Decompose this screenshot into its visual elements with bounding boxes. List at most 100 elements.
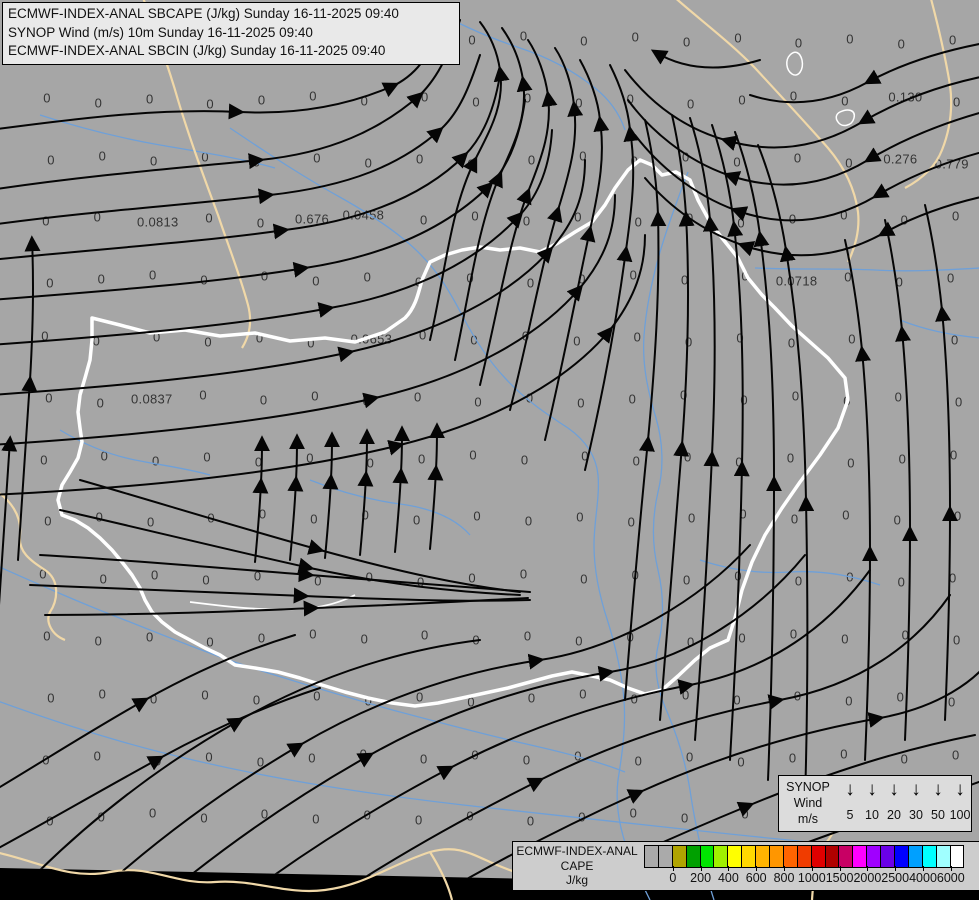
title-line-sbcape: ECMWF-INDEX-ANAL SBCAPE (J/kg) Sunday 16… (8, 6, 399, 21)
station-value: 0 (467, 156, 475, 172)
station-value: 0 (203, 449, 211, 465)
station-value: 0 (150, 153, 158, 169)
station-value: 0 (416, 689, 424, 705)
station-value: 0 (574, 209, 582, 225)
station-value: 0 (97, 271, 106, 287)
station-value: 0 (575, 95, 583, 111)
station-value: 0 (307, 335, 315, 351)
wind-arrow-icon: ↓ (933, 779, 943, 800)
station-value: 0 (955, 394, 963, 410)
station-value: 0 (201, 149, 209, 165)
station-value: 0 (841, 93, 849, 109)
station-value: 0.130 (888, 89, 923, 105)
cape-tick-label: 2500 (881, 871, 910, 885)
station-value: 0 (146, 629, 154, 645)
station-value: 0 (474, 394, 482, 410)
station-value: 0 (896, 689, 905, 705)
synop-legend-title-line: Wind (793, 796, 823, 810)
station-value: 0 (421, 89, 429, 105)
station-value: 0 (39, 566, 47, 582)
station-value: 0 (900, 751, 909, 767)
station-value: 0 (94, 95, 103, 111)
station-value: 0 (205, 749, 213, 765)
station-value: 0 (47, 690, 55, 706)
cape-color-cell (894, 845, 909, 868)
station-value: 0.276 (883, 151, 918, 167)
cape-color-cell (755, 845, 771, 868)
station-value: 0 (845, 693, 853, 709)
cape-tick-label: 800 (773, 871, 795, 885)
cape-legend-title-line: J/kg (565, 873, 588, 887)
station-value: 0 (92, 333, 101, 349)
cape-tick-label: 1500 (825, 871, 854, 885)
station-value: 0 (257, 630, 266, 646)
station-value: 0 (257, 92, 266, 108)
station-value: 0.676 (294, 211, 330, 227)
station-value: 0 (527, 690, 536, 706)
cape-color-legend: ECMWF-INDEX-ANAL CAPE J/kg 0 200 400 600 800… (512, 841, 979, 891)
station-value: 0 (93, 209, 102, 225)
station-value: 0 (633, 329, 642, 345)
station-value: 0 (684, 449, 692, 465)
station-value: 0 (149, 805, 157, 821)
station-value: 0 (97, 809, 106, 825)
station-value: 0 (258, 506, 267, 522)
station-value: 0 (687, 96, 695, 112)
wind-speed-label: 50 (931, 808, 945, 822)
title-line-sbcin: ECMWF-INDEX-ANAL SBCIN (J/kg) Sunday 16-… (8, 43, 386, 58)
station-value: 0 (947, 270, 955, 286)
station-value: 0.779 (934, 156, 969, 172)
station-value: 0 (310, 511, 318, 527)
cape-color-cell (824, 845, 840, 868)
wind-arrow-icon: ↓ (845, 779, 855, 800)
station-value: 0 (364, 155, 373, 171)
station-value: 0.0718 (775, 273, 818, 289)
station-value: 0 (573, 333, 581, 349)
station-value: 0 (254, 454, 263, 470)
station-value: 0 (949, 32, 957, 48)
station-value: 0 (415, 274, 423, 290)
station-value: 0 (949, 570, 957, 586)
station-value: 0 (738, 92, 746, 108)
cape-color-cell (935, 845, 951, 868)
station-value: 0 (848, 331, 856, 347)
station-value: 0 (96, 395, 105, 411)
station-value: 0 (950, 447, 958, 463)
station-value: 0 (420, 751, 428, 767)
station-value: 0 (360, 93, 369, 109)
station-value: 0 (524, 513, 533, 529)
station-value-layer: 0 0 0 0 0 0 0 0 0 0 0 0 0 0 0 0 0 0 0 0 0 0 0 0 0 0 0.130 0 0 0 0 0 0 0 0 0… (0, 0, 979, 900)
station-value: 0 (40, 452, 48, 468)
station-value: 0 (521, 328, 530, 344)
station-value: 0 (789, 626, 798, 642)
station-value: 0 (200, 810, 208, 826)
station-value: 0 (361, 507, 370, 523)
cape-tick-label: 1000 (797, 871, 826, 885)
wind-arrow-icon: ↓ (955, 779, 965, 800)
station-value: 0 (578, 809, 586, 825)
cape-color-cell (796, 845, 812, 868)
station-value: 0 (413, 512, 421, 528)
cape-color-cell (949, 845, 965, 868)
cape-tick-label: 6000 (936, 871, 965, 885)
station-value: 0 (473, 508, 481, 524)
synop-legend-title-line: m/s (797, 812, 819, 826)
station-value: 0 (629, 267, 638, 283)
station-value: 0 (951, 332, 959, 348)
station-value: 0 (634, 753, 643, 769)
wind-speed-label: 100 (949, 808, 971, 822)
cape-color-cell (838, 845, 854, 868)
station-value: 0.0813 (137, 214, 179, 230)
station-value: 0 (631, 29, 640, 45)
station-value: 0 (842, 507, 850, 523)
synop-legend-title-line: SYNOP (786, 780, 830, 794)
station-value: 0.0458 (342, 207, 385, 223)
station-value: 0 (366, 455, 375, 471)
station-value: 0 (897, 574, 906, 590)
station-value: 0 (467, 694, 475, 710)
station-value: 0 (790, 511, 799, 527)
station-value: 0 (900, 212, 909, 228)
station-value: 0 (954, 508, 962, 524)
station-value: 0 (686, 749, 694, 765)
station-value: 0 (630, 153, 639, 169)
